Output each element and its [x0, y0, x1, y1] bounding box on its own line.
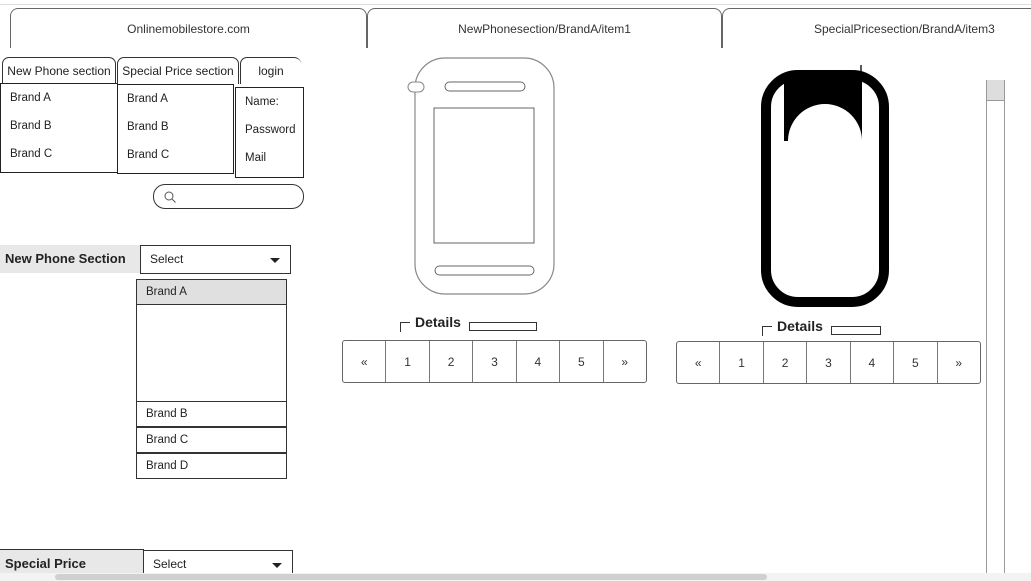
pagination-page[interactable]: 5	[894, 342, 938, 383]
pagination-special-price: « 1 2 3 4 5 »	[676, 341, 981, 384]
details-underline-box	[831, 326, 881, 335]
horizontal-scrollbar[interactable]	[0, 573, 1031, 581]
tab-login[interactable]: login	[240, 57, 301, 84]
horizontal-scrollbar-thumb[interactable]	[55, 574, 767, 580]
pagination-page[interactable]: 1	[720, 342, 764, 383]
dropdown-empty-area	[136, 304, 287, 402]
tab-new-phone-section[interactable]: New Phone section	[2, 57, 116, 84]
dropdown-option-selected[interactable]: Brand A	[136, 279, 287, 305]
browser-tab-home[interactable]: Onlinemobilestore.com	[10, 8, 367, 48]
brand-link[interactable]: Brand A	[1, 84, 117, 112]
phone-outline-icon[interactable]	[405, 56, 560, 298]
tab-label: New Phone section	[7, 64, 111, 78]
pagination-page[interactable]: 4	[517, 341, 561, 382]
browser-tab-new-phone[interactable]: NewPhonesection/BrandA/item1	[367, 8, 722, 48]
option-label: Brand D	[146, 460, 189, 472]
phone-solid-icon[interactable]	[755, 63, 895, 308]
pagination-prev[interactable]: «	[343, 341, 387, 382]
pagination-page[interactable]: 5	[560, 341, 604, 382]
scrollbar-thumb[interactable]	[987, 80, 1004, 101]
tab-label: Special Price section	[122, 64, 234, 78]
chevron-down-icon	[272, 563, 282, 568]
details-link[interactable]: Details	[777, 318, 823, 334]
pagination-page[interactable]: 3	[807, 342, 851, 383]
details-bracket	[400, 322, 410, 332]
special-price-text: Special Price	[5, 556, 86, 571]
new-phone-brand-select[interactable]: Select	[140, 245, 291, 274]
browser-tab-special-price[interactable]: SpecialPricesection/BrandA/item3	[722, 8, 1031, 48]
pagination-page[interactable]: 2	[764, 342, 808, 383]
login-mail-field[interactable]: Mail	[236, 144, 303, 172]
tab-strip-line	[0, 4, 1031, 5]
new-phone-brand-list: Brand A Brand B Brand C	[0, 83, 118, 173]
select-value: Select	[150, 252, 184, 266]
search-input[interactable]	[153, 184, 304, 209]
login-name-field[interactable]: Name:	[236, 88, 303, 116]
new-phone-section-label: New Phone Section	[0, 245, 140, 273]
pagination-page[interactable]: 1	[386, 341, 430, 382]
search-icon	[164, 191, 176, 203]
tab-label: login	[258, 64, 284, 78]
dropdown-option[interactable]: Brand B	[136, 401, 287, 427]
brand-link[interactable]: Brand C	[1, 140, 117, 168]
new-phone-section-text: New Phone Section	[5, 251, 126, 266]
browser-tab-label: NewPhonesection/BrandA/item1	[458, 21, 631, 36]
select-value: Select	[153, 557, 187, 571]
browser-tab-label: SpecialPricesection/BrandA/item3	[814, 21, 995, 36]
chevron-down-icon	[270, 258, 280, 263]
login-panel: Name: Password Mail	[235, 87, 304, 178]
option-label: Brand C	[146, 434, 189, 446]
dropdown-option[interactable]: Brand D	[136, 453, 287, 479]
browser-tab-label: Onlinemobilestore.com	[127, 21, 250, 36]
details-bracket	[762, 326, 772, 336]
option-label: Brand B	[146, 408, 188, 420]
pagination-page[interactable]: 4	[851, 342, 895, 383]
tab-special-price-section[interactable]: Special Price section	[117, 57, 239, 84]
brand-link[interactable]: Brand C	[118, 141, 233, 169]
pagination-new-phone: « 1 2 3 4 5 »	[342, 340, 647, 383]
details-underline-box	[469, 322, 537, 331]
pagination-prev[interactable]: «	[677, 342, 721, 383]
brand-link[interactable]: Brand B	[1, 112, 117, 140]
dropdown-option[interactable]: Brand C	[136, 427, 287, 453]
pagination-next[interactable]: »	[938, 342, 980, 383]
special-price-brand-list: Brand A Brand B Brand C	[117, 84, 234, 174]
option-label: Brand A	[146, 286, 187, 298]
brand-link[interactable]: Brand A	[118, 85, 233, 113]
login-password-field[interactable]: Password	[236, 116, 303, 144]
pagination-page[interactable]: 2	[430, 341, 474, 382]
brand-link[interactable]: Brand B	[118, 113, 233, 141]
pagination-next[interactable]: »	[604, 341, 646, 382]
details-link[interactable]: Details	[415, 314, 461, 330]
pagination-page[interactable]: 3	[473, 341, 517, 382]
vertical-scrollbar[interactable]	[986, 80, 1005, 581]
